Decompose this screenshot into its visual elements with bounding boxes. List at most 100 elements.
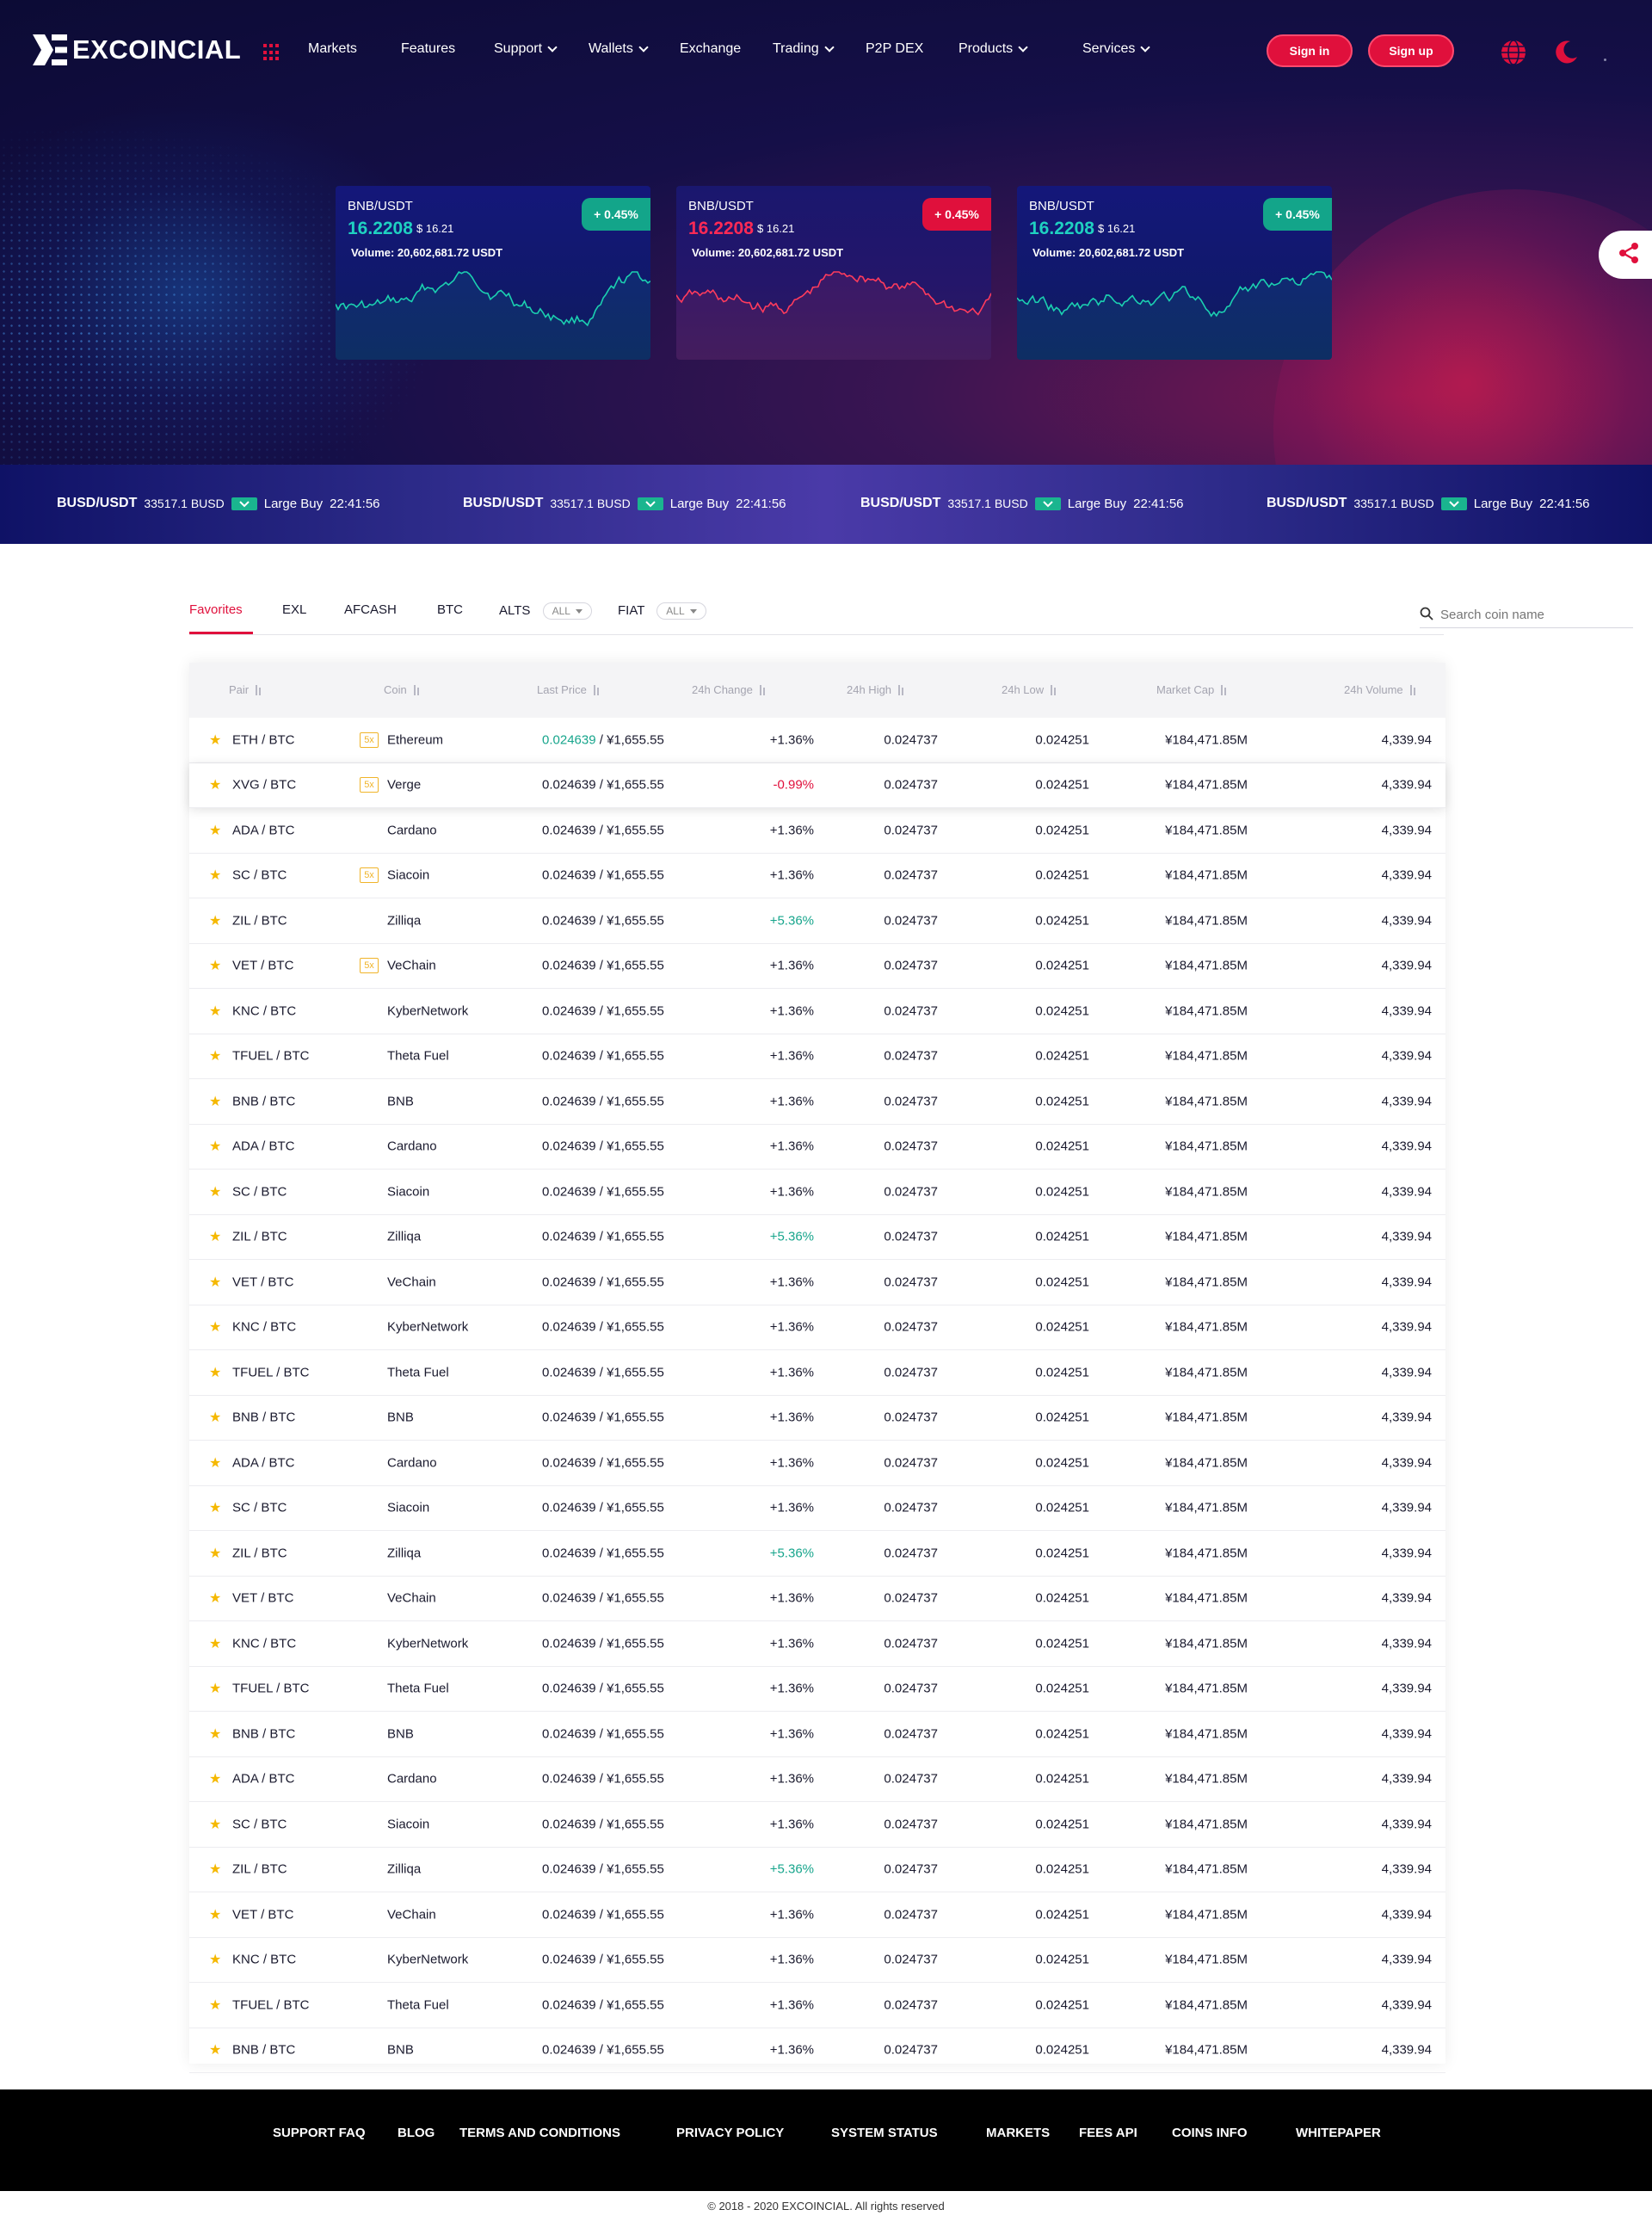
nav-item-p2p-dex[interactable]: P2P DEX (866, 41, 923, 57)
share-button[interactable] (1599, 231, 1652, 279)
nav-item-wallets[interactable]: Wallets (589, 41, 649, 57)
tab-fiat[interactable]: FIAT ALL (618, 602, 706, 620)
table-row[interactable]: ★ TFUEL / BTC Theta Fuel 0.024639 / ¥1,655.… (189, 1667, 1446, 1712)
table-row[interactable]: ★ KNC / BTC KyberNetwork 0.024639 / ¥1,655.… (189, 1938, 1446, 1983)
footer-link-support-faq[interactable]: SUPPORT FAQ (273, 2126, 366, 2140)
table-row[interactable]: ★ BNB / BTC BNB 0.024639 / ¥1,655.55 +1.36% 0… (189, 1396, 1446, 1441)
favorite-star-icon[interactable]: ★ (209, 1047, 221, 1065)
favorite-star-icon[interactable]: ★ (209, 1770, 221, 1787)
table-row[interactable]: ★ BNB / BTC BNB 0.024639 / ¥1,655.55 +1.36% 0… (189, 2028, 1446, 2073)
table-row[interactable]: ★ ADA / BTC Cardano 0.024639 / ¥1,655.55 +1.… (189, 1125, 1446, 1170)
nav-item-support[interactable]: Support (494, 41, 558, 57)
ticker-item[interactable]: BUSD/USDT 33517.1 BUSD Large Buy 22:41:56 (57, 496, 380, 511)
table-row[interactable]: ★ SC / BTC Siacoin 0.024639 / ¥1,655.55 +1.3… (189, 1802, 1446, 1848)
ticker-item[interactable]: BUSD/USDT 33517.1 BUSD Large Buy 22:41:56 (463, 496, 786, 511)
favorite-star-icon[interactable]: ★ (209, 776, 221, 793)
favorite-star-icon[interactable]: ★ (209, 1545, 221, 1562)
tab-exl[interactable]: EXL (282, 602, 306, 617)
table-row[interactable]: ★ BNB / BTC BNB 0.024639 / ¥1,655.55 +1.36% 0… (189, 1079, 1446, 1125)
table-row[interactable]: ★ SC / BTC Siacoin 0.024639 / ¥1,655.55 +1.3… (189, 1170, 1446, 1215)
favorite-star-icon[interactable]: ★ (209, 1274, 221, 1291)
alts-filter-dropdown[interactable]: ALL (542, 602, 592, 620)
price-card[interactable]: BNB/USDT 16.2208 $ 16.21 Volume: 20,602,681… (1017, 186, 1332, 360)
apps-grid-icon[interactable] (263, 44, 280, 61)
nav-item-markets[interactable]: Markets (308, 41, 357, 57)
favorite-star-icon[interactable]: ★ (209, 1816, 221, 1833)
footer-link-markets[interactable]: MARKETS (986, 2126, 1050, 2140)
table-row[interactable]: ★ XVG / BTC 5x Verge 0.024639 / ¥1,655.55 -0.… (189, 762, 1446, 808)
table-row[interactable]: ★ VET / BTC VeChain 0.024639 / ¥1,655.55 +1.… (189, 1577, 1446, 1621)
price-card[interactable]: BNB/USDT 16.2208 $ 16.21 Volume: 20,602,681… (676, 186, 991, 360)
column-header-last-price[interactable]: Last Price (537, 683, 599, 696)
tab-favorites[interactable]: Favorites (189, 602, 243, 617)
table-row[interactable]: ★ VET / BTC VeChain 0.024639 / ¥1,655.55 +1.… (189, 1892, 1446, 1938)
column-header-coin[interactable]: Coin (384, 683, 419, 696)
favorite-star-icon[interactable]: ★ (209, 1589, 221, 1607)
table-row[interactable]: ★ VET / BTC VeChain 0.024639 / ¥1,655.55 +1.… (189, 1260, 1446, 1305)
brand-logo[interactable]: EXCOINCIAL (33, 34, 241, 65)
favorite-star-icon[interactable]: ★ (209, 822, 221, 839)
favorite-star-icon[interactable]: ★ (209, 1906, 221, 1923)
table-row[interactable]: ★ ETH / BTC 5x Ethereum 0.024639 / ¥1,655.55… (189, 718, 1446, 763)
price-card[interactable]: BNB/USDT 16.2208 $ 16.21 Volume: 20,602,681… (336, 186, 650, 360)
favorite-star-icon[interactable]: ★ (209, 1183, 221, 1200)
footer-link-fees-api[interactable]: FEES API (1079, 2126, 1137, 2140)
nav-item-products[interactable]: Products (959, 41, 1028, 57)
table-row[interactable]: ★ KNC / BTC KyberNetwork 0.024639 / ¥1,655.… (189, 989, 1446, 1034)
table-row[interactable]: ★ TFUEL / BTC Theta Fuel 0.024639 / ¥1,655.… (189, 1983, 1446, 2028)
dark-mode-moon-icon[interactable] (1553, 38, 1581, 65)
favorite-star-icon[interactable]: ★ (209, 2041, 221, 2058)
tab-afcash[interactable]: AFCASH (344, 602, 397, 617)
favorite-star-icon[interactable]: ★ (209, 1409, 221, 1426)
favorite-star-icon[interactable]: ★ (209, 957, 221, 974)
favorite-star-icon[interactable]: ★ (209, 1951, 221, 1968)
table-row[interactable]: ★ SC / BTC 5x Siacoin 0.024639 / ¥1,655.55 +1… (189, 854, 1446, 898)
footer-link-privacy-policy[interactable]: PRIVACY POLICY (676, 2126, 784, 2140)
favorite-star-icon[interactable]: ★ (209, 1318, 221, 1336)
column-header-24h-high[interactable]: 24h High (847, 683, 904, 696)
table-row[interactable]: ★ ADA / BTC Cardano 0.024639 / ¥1,655.55 +1.… (189, 1441, 1446, 1486)
favorite-star-icon[interactable]: ★ (209, 1499, 221, 1516)
favorite-star-icon[interactable]: ★ (209, 912, 221, 929)
footer-link-system-status[interactable]: SYSTEM STATUS (831, 2126, 938, 2140)
footer-link-terms-and-conditions[interactable]: TERMS AND CONDITIONS (459, 2126, 620, 2140)
favorite-star-icon[interactable]: ★ (209, 1680, 221, 1697)
table-row[interactable]: ★ KNC / BTC KyberNetwork 0.024639 / ¥1,655.… (189, 1621, 1446, 1667)
table-row[interactable]: ★ BNB / BTC BNB 0.024639 / ¥1,655.55 +1.36% 0… (189, 1712, 1446, 1757)
footer-link-whitepaper[interactable]: WHITEPAPER (1296, 2126, 1381, 2140)
favorite-star-icon[interactable]: ★ (209, 867, 221, 884)
favorite-star-icon[interactable]: ★ (209, 1093, 221, 1110)
column-header-24h-volume[interactable]: 24h Volume (1344, 683, 1415, 696)
tab-alts[interactable]: ALTS ALL (499, 602, 592, 620)
language-globe-icon[interactable] (1500, 39, 1527, 66)
column-header-pair[interactable]: Pair (229, 683, 262, 696)
table-row[interactable]: ★ TFUEL / BTC Theta Fuel 0.024639 / ¥1,655.… (189, 1034, 1446, 1079)
favorite-star-icon[interactable]: ★ (209, 1861, 221, 1878)
table-row[interactable]: ★ ZIL / BTC Zilliqa 0.024639 / ¥1,655.55 +5.… (189, 1848, 1446, 1892)
favorite-star-icon[interactable]: ★ (209, 1003, 221, 1020)
favorite-star-icon[interactable]: ★ (209, 1228, 221, 1245)
table-row[interactable]: ★ ZIL / BTC Zilliqa 0.024639 / ¥1,655.55 +5.… (189, 1531, 1446, 1577)
column-header-24h-change[interactable]: 24h Change (692, 683, 765, 696)
favorite-star-icon[interactable]: ★ (209, 1454, 221, 1472)
column-header-market-cap[interactable]: Market Cap (1156, 683, 1227, 696)
ticker-item[interactable]: BUSD/USDT 33517.1 BUSD Large Buy 22:41:56 (860, 496, 1184, 511)
nav-item-exchange[interactable]: Exchange (680, 41, 741, 57)
favorite-star-icon[interactable]: ★ (209, 1138, 221, 1155)
favorite-star-icon[interactable]: ★ (209, 1725, 221, 1743)
table-row[interactable]: ★ ADA / BTC Cardano 0.024639 / ¥1,655.55 +1.… (189, 808, 1446, 854)
table-row[interactable]: ★ VET / BTC 5x VeChain 0.024639 / ¥1,655.55 +… (189, 944, 1446, 989)
ticker-item[interactable]: BUSD/USDT 33517.1 BUSD Large Buy 22:41:56 (1267, 496, 1590, 511)
nav-item-features[interactable]: Features (401, 41, 455, 57)
search-input[interactable] (1440, 608, 1621, 622)
tab-btc[interactable]: BTC (437, 602, 463, 617)
sign-up-button[interactable]: Sign up (1368, 34, 1454, 67)
table-row[interactable]: ★ SC / BTC Siacoin 0.024639 / ¥1,655.55 +1.3… (189, 1486, 1446, 1531)
fiat-filter-dropdown[interactable]: ALL (656, 602, 706, 620)
footer-link-coins-info[interactable]: COINS INFO (1172, 2126, 1248, 2140)
favorite-star-icon[interactable]: ★ (209, 731, 221, 749)
footer-link-blog[interactable]: BLOG (398, 2126, 435, 2140)
favorite-star-icon[interactable]: ★ (209, 1635, 221, 1652)
table-row[interactable]: ★ ZIL / BTC Zilliqa 0.024639 / ¥1,655.55 +5.… (189, 1215, 1446, 1260)
table-row[interactable]: ★ ADA / BTC Cardano 0.024639 / ¥1,655.55 +1.… (189, 1757, 1446, 1802)
